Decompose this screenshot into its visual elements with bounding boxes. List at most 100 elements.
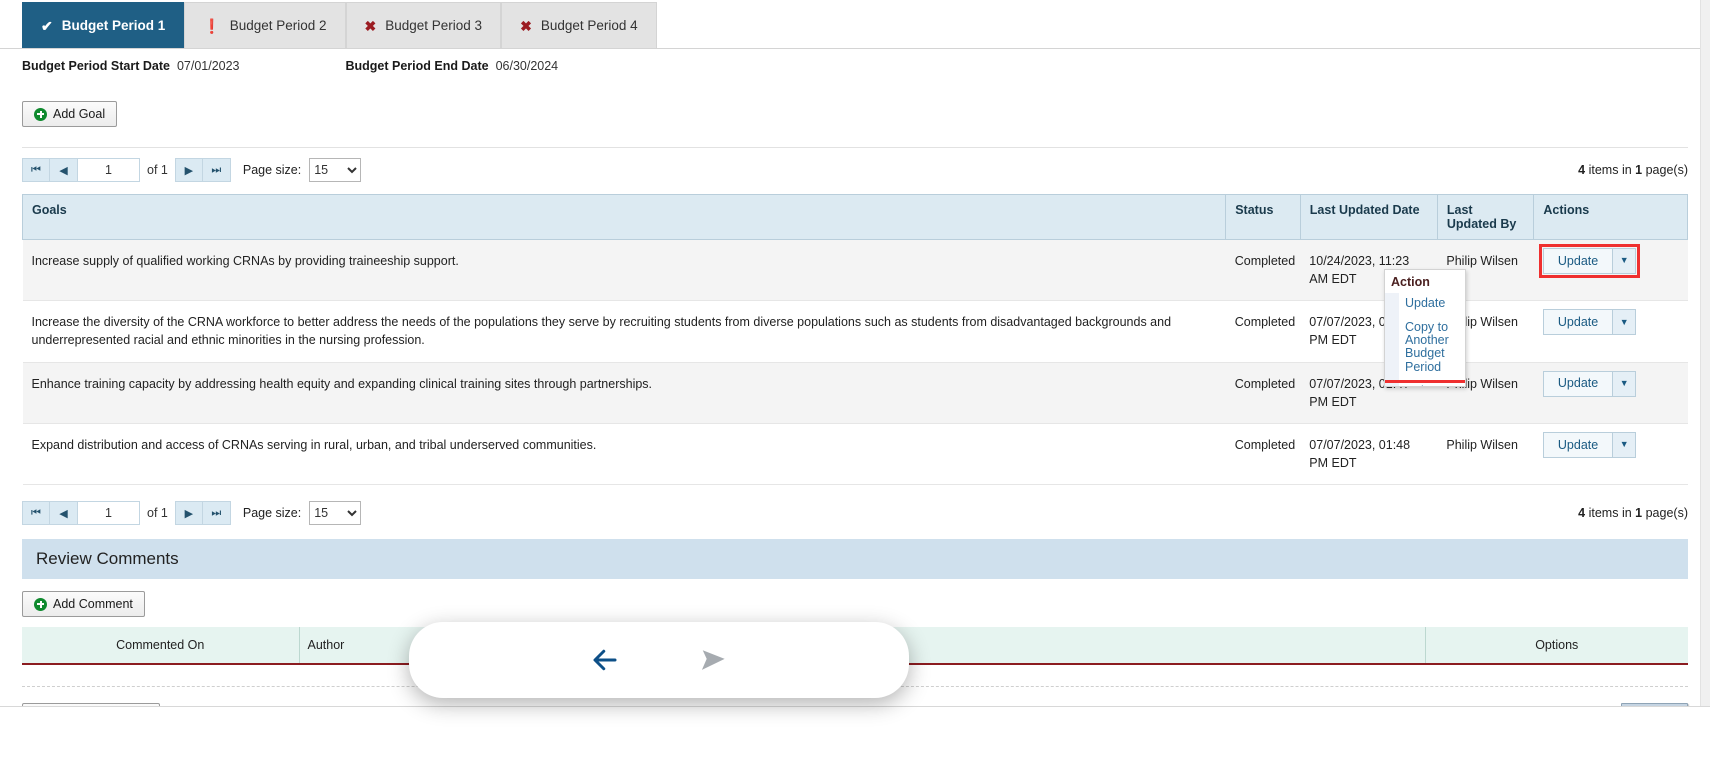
table-row: Expand distribution and access of CRNAs … — [22, 423, 1688, 486]
goal-status: Completed — [1225, 300, 1301, 363]
page-size-select[interactable]: 15 — [309, 501, 362, 525]
add-goal-toolbar: Add Goal — [0, 79, 1710, 127]
goal-status: Completed — [1225, 423, 1301, 486]
update-button[interactable]: Update — [1543, 432, 1613, 457]
update-split-button[interactable]: Update ▼ — [1538, 244, 1641, 278]
items-text-a: items in — [1588, 506, 1632, 520]
column-header-options: Options — [1425, 627, 1688, 665]
tab-budget-period-1[interactable]: ✔ Budget Period 1 — [22, 2, 185, 48]
pages-count: 1 — [1635, 163, 1643, 177]
action-dropdown-menu[interactable]: Action Update Copy to Another Budget Per… — [1384, 269, 1466, 387]
pager-first-button[interactable]: ⏮ — [22, 501, 50, 525]
column-header-goals: Goals — [21, 194, 1227, 240]
add-goal-label: Add Goal — [53, 107, 106, 121]
tab-budget-period-2[interactable]: ❗ Budget Period 2 — [184, 2, 346, 48]
pager-of-text: of 1 — [147, 506, 168, 520]
pager-bottom: ⏮ ◀ of 1 ▶ ⏭ Page size: 15 4 items in 1 … — [0, 485, 1710, 525]
items-count: 4 — [1578, 506, 1586, 520]
tab-label: Budget Period 3 — [385, 18, 483, 33]
pager-top: ⏮ ◀ of 1 ▶ ⏭ Page size: 15 4 items in 1 … — [0, 148, 1710, 182]
update-button[interactable]: Update — [1543, 249, 1613, 273]
pager-last-button[interactable]: ⏭ — [202, 158, 231, 182]
page-title: Review Comments — [36, 549, 179, 568]
pager-of-text: of 1 — [147, 163, 168, 177]
chevron-down-icon[interactable]: ▼ — [1612, 432, 1636, 457]
items-text-b: page(s) — [1645, 163, 1688, 177]
update-button[interactable]: Update — [1543, 310, 1613, 335]
chevron-down-icon[interactable]: ▼ — [1612, 371, 1636, 396]
pager-item-count-top: 4 items in 1 page(s) — [1578, 163, 1688, 177]
error-x-icon: ✖ — [520, 17, 532, 34]
pager-item-count-bottom: 4 items in 1 page(s) — [1578, 506, 1688, 520]
items-text-a: items in — [1588, 163, 1632, 177]
column-header-last-updated-by: Last Updated By — [1436, 194, 1535, 240]
goal-last-updated-by: Philip Wilsen — [1437, 423, 1534, 486]
tab-label: Budget Period 4 — [540, 18, 638, 33]
plus-circle-icon — [34, 107, 47, 121]
back-arrow-icon[interactable] — [585, 640, 625, 680]
add-comment-toolbar: Add Comment — [0, 579, 1710, 617]
pager-prev-button[interactable]: ◀ — [50, 501, 78, 525]
add-comment-label: Add Comment — [53, 597, 133, 611]
update-split-button[interactable]: Update ▼ — [1542, 309, 1637, 336]
action-menu-items: Update Copy to Another Budget Period Del… — [1385, 293, 1465, 386]
goal-actions-cell: Update ▼ — [1533, 423, 1688, 486]
bottom-strip — [0, 706, 1710, 769]
goal-text: Enhance training capacity by addressing … — [22, 362, 1226, 424]
scrollbar-track[interactable] — [1700, 0, 1710, 706]
goal-text: Increase the diversity of the CRNA workf… — [22, 300, 1226, 363]
pager-first-button[interactable]: ⏮ — [22, 158, 50, 182]
pager-page-input[interactable] — [78, 158, 140, 182]
page-size-select[interactable]: 15 — [309, 158, 362, 182]
budget-period-dates: Budget Period Start Date 07/01/2023 Budg… — [0, 49, 1710, 79]
add-comment-button[interactable]: Add Comment — [22, 591, 145, 617]
goals-table-header-row: Goals Status Last Updated Date Last Upda… — [21, 194, 1688, 240]
goal-status: Completed — [1225, 362, 1301, 424]
column-header-status: Status — [1225, 194, 1301, 240]
start-date-label: Budget Period Start Date — [22, 59, 170, 73]
update-split-button[interactable]: Update ▼ — [1542, 370, 1637, 397]
items-text-b: page(s) — [1645, 506, 1688, 520]
pages-count: 1 — [1635, 506, 1643, 520]
page-size-label: Page size: — [242, 163, 302, 177]
goal-last-updated-date: 07/07/2023, 01:48 PM EDT — [1300, 423, 1438, 486]
pager-prev-button[interactable]: ◀ — [50, 158, 78, 182]
goal-actions-cell: Update ▼ — [1533, 239, 1688, 302]
add-goal-button[interactable]: Add Goal — [22, 101, 118, 127]
pager-last-button[interactable]: ⏭ — [202, 501, 231, 525]
menu-item-update[interactable]: Update — [1385, 295, 1465, 312]
column-header-actions: Actions — [1533, 194, 1688, 240]
menu-item-delete[interactable]: Delete — [1385, 379, 1465, 386]
chevron-down-icon[interactable]: ▼ — [1612, 310, 1636, 335]
goal-status: Completed — [1225, 239, 1301, 302]
plus-circle-icon — [34, 597, 47, 611]
pager-next-button[interactable]: ▶ — [174, 501, 203, 525]
start-date-value: 07/01/2023 — [176, 59, 240, 73]
tab-label: Budget Period 1 — [61, 18, 166, 33]
page-root: ✔ Budget Period 1 ❗ Budget Period 2 ✖ Bu… — [0, 0, 1710, 769]
floating-action-toolbar — [409, 622, 909, 698]
tab-budget-period-3[interactable]: ✖ Budget Period 3 — [345, 2, 502, 48]
menu-item-copy-to-another-budget-period[interactable]: Copy to Another Budget Period — [1385, 319, 1465, 376]
column-header-last-updated-date: Last Updated Date — [1299, 194, 1438, 240]
goal-text: Increase supply of qualified working CRN… — [22, 239, 1226, 302]
pager-next-button[interactable]: ▶ — [174, 158, 203, 182]
send-paper-plane-icon[interactable] — [693, 640, 733, 680]
check-icon: ✔ — [41, 17, 53, 34]
column-header-commented-on: Commented On — [22, 627, 300, 665]
end-date-label: Budget Period End Date — [345, 59, 489, 73]
items-count: 4 — [1578, 163, 1586, 177]
goal-actions-cell: Update ▼ — [1533, 362, 1688, 424]
budget-period-tabs: ✔ Budget Period 1 ❗ Budget Period 2 ✖ Bu… — [0, 0, 1710, 48]
pager-page-input[interactable] — [78, 501, 140, 525]
update-split-button[interactable]: Update ▼ — [1542, 431, 1637, 458]
action-menu-title: Action — [1385, 270, 1465, 293]
page-size-label: Page size: — [242, 506, 302, 520]
review-comments-section-header: Review Comments — [22, 539, 1688, 579]
chevron-down-icon[interactable]: ▼ — [1612, 249, 1636, 273]
error-x-icon: ✖ — [364, 17, 377, 34]
tab-budget-period-4[interactable]: ✖ Budget Period 4 — [501, 2, 657, 48]
tab-label: Budget Period 2 — [229, 18, 327, 33]
end-date-value: 06/30/2024 — [495, 59, 559, 73]
update-button[interactable]: Update — [1543, 371, 1613, 396]
